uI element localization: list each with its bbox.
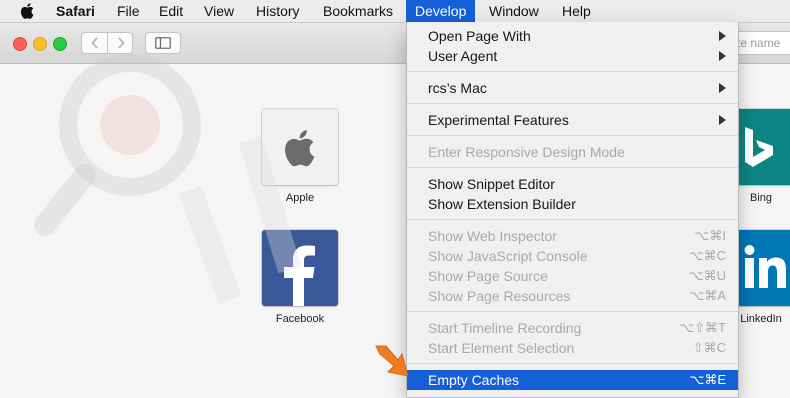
develop-menu: Open Page With User Agent rcs’s Mac Experim… — [406, 22, 739, 398]
menu-item-show-page-resources: Show Page Resources ⌥⌘A — [407, 286, 738, 306]
close-window-button[interactable] — [13, 37, 27, 51]
menu-edit[interactable]: Edit — [159, 0, 183, 22]
menu-view[interactable]: View — [204, 0, 234, 22]
menu-item-start-element-selection: Start Element Selection ⇧⌘C — [407, 338, 738, 358]
menu-item-empty-caches[interactable]: Empty Caches ⌥⌘E — [407, 370, 738, 390]
menu-history[interactable]: History — [256, 0, 300, 22]
menu-item-shortcut: ⌥⌘U — [688, 268, 726, 283]
menu-item-label: Start Element Selection — [428, 340, 575, 356]
chevron-right-icon — [117, 37, 125, 49]
menu-item-experimental-features[interactable]: Experimental Features — [407, 110, 738, 130]
menu-item-show-page-source: Show Page Source ⌥⌘U — [407, 266, 738, 286]
menu-item-label: Show JavaScript Console — [428, 248, 588, 264]
menu-item-label: Empty Caches — [428, 372, 520, 388]
apple-logo-icon[interactable] — [20, 3, 34, 19]
navigation-buttons — [81, 32, 133, 54]
menu-item-label: Show Snippet Editor — [428, 176, 555, 192]
menu-item-shortcut: ⌥⌘C — [688, 248, 726, 263]
menu-separator — [407, 71, 738, 72]
menu-item-shortcut: ⌥⌘E — [689, 372, 726, 387]
menu-separator — [407, 135, 738, 136]
menu-app-safari[interactable]: Safari — [56, 0, 95, 22]
forward-button[interactable] — [108, 33, 133, 53]
favorite-apple-tile — [262, 109, 338, 185]
menu-item-shortcut: ⌥⌘I — [694, 228, 726, 243]
pointer-arrow-icon — [375, 345, 409, 377]
menu-develop[interactable]: Develop — [406, 0, 476, 22]
menu-item-shortcut: ⌥⌘A — [689, 288, 726, 303]
favorite-facebook-tile — [262, 230, 338, 306]
menu-item-shortcut: ⇧⌘C — [692, 340, 726, 355]
favorite-facebook-label: Facebook — [275, 313, 325, 325]
zoom-window-button[interactable] — [53, 37, 67, 51]
menu-item-label: Start Timeline Recording — [428, 320, 582, 336]
favorite-apple-label: Apple — [285, 192, 315, 204]
menu-item-show-web-inspector: Show Web Inspector ⌥⌘I — [407, 226, 738, 246]
menu-file[interactable]: File — [117, 0, 140, 22]
sidebar-icon — [155, 37, 171, 49]
menu-item-label: User Agent — [428, 48, 498, 64]
submenu-arrow-icon — [719, 31, 726, 41]
menu-separator — [407, 167, 738, 168]
menu-item-label: Enter Responsive Design Mode — [428, 144, 625, 160]
back-button[interactable] — [82, 33, 108, 53]
menu-separator — [407, 219, 738, 220]
menu-help[interactable]: Help — [562, 0, 591, 22]
menu-separator — [407, 311, 738, 312]
menu-item-label: Show Web Inspector — [428, 228, 557, 244]
menu-item-open-page-with[interactable]: Open Page With — [407, 26, 738, 46]
menu-bar: Safari File Edit View History Bookmarks … — [0, 0, 790, 23]
chevron-left-icon — [90, 37, 98, 49]
menu-item-shortcut: ⌥⇧⌘T — [679, 320, 726, 335]
menu-item-show-javascript-console: Show JavaScript Console ⌥⌘C — [407, 246, 738, 266]
menu-item-start-timeline-recording: Start Timeline Recording ⌥⇧⌘T — [407, 318, 738, 338]
submenu-arrow-icon — [719, 83, 726, 93]
submenu-arrow-icon — [719, 115, 726, 125]
menu-item-label: Show Page Resources — [428, 288, 571, 304]
minimize-window-button[interactable] — [33, 37, 47, 51]
menu-item-label: Open Page With — [428, 28, 531, 44]
menu-separator — [407, 363, 738, 364]
menu-item-label: rcs’s Mac — [428, 80, 487, 96]
menu-item-rcs-s-mac[interactable]: rcs’s Mac — [407, 78, 738, 98]
apple-logo-icon — [285, 130, 315, 167]
menu-item-label: Show Page Source — [428, 268, 548, 284]
menu-item-show-snippet-editor[interactable]: Show Snippet Editor — [407, 174, 738, 194]
menu-window[interactable]: Window — [489, 0, 539, 22]
menu-item-show-extension-builder[interactable]: Show Extension Builder — [407, 194, 738, 214]
menu-item-user-agent[interactable]: User Agent — [407, 46, 738, 66]
menu-item-label: Show Extension Builder — [428, 196, 576, 212]
sidebar-toggle-button[interactable] — [145, 32, 181, 54]
submenu-arrow-icon — [719, 51, 726, 61]
menu-item-label: Experimental Features — [428, 112, 569, 128]
facebook-logo-icon — [284, 245, 315, 306]
menu-bookmarks[interactable]: Bookmarks — [323, 0, 393, 22]
menu-separator — [407, 103, 738, 104]
menu-item-enter-responsive-design-mode: Enter Responsive Design Mode — [407, 142, 738, 162]
